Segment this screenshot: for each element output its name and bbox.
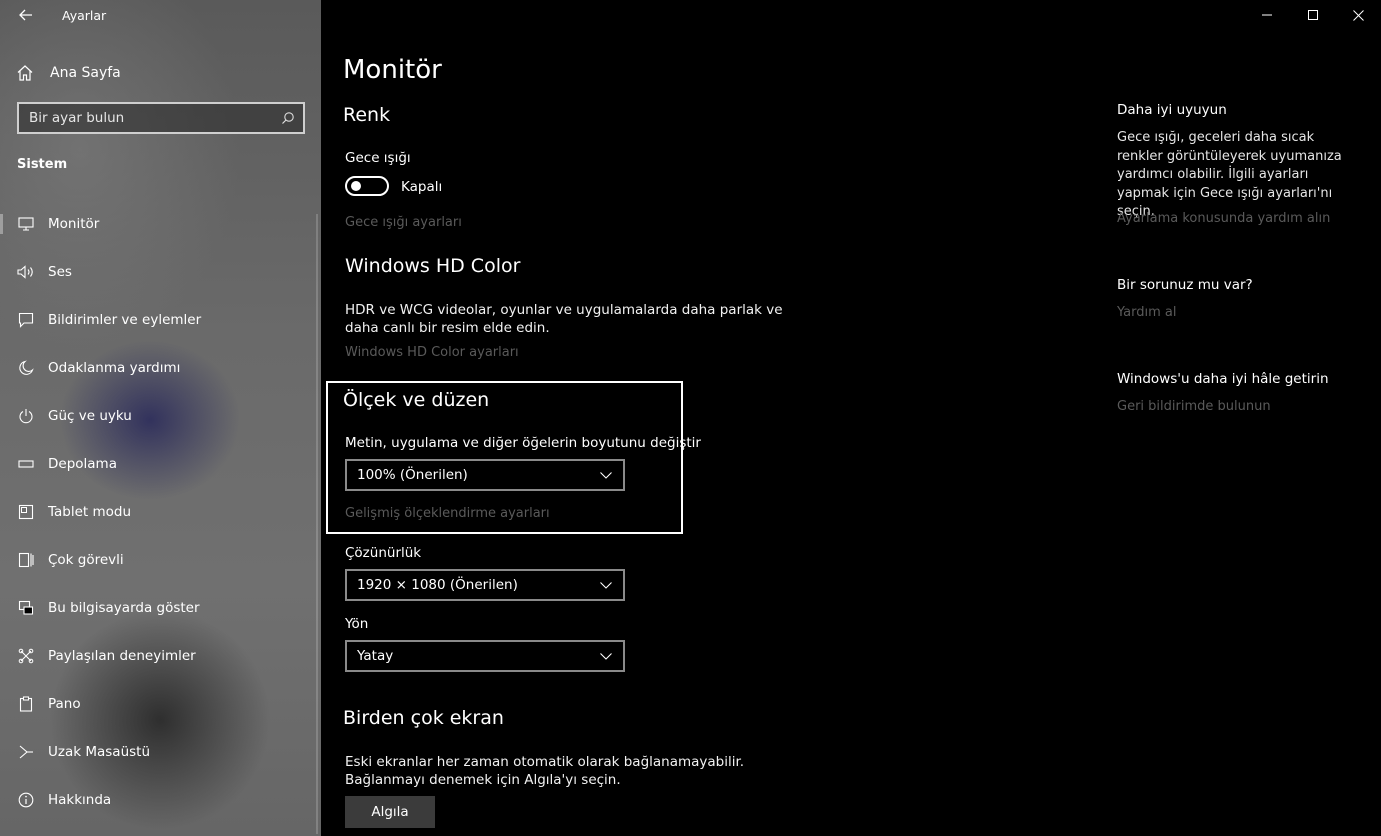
adjust-help-link[interactable]: Ayarlama konusunda yardım alın (1117, 211, 1330, 226)
back-arrow-icon (19, 9, 32, 21)
shared-icon (18, 648, 34, 664)
hdr-description: HDR ve WCG videolar, oyunlar ve uygulama… (345, 302, 783, 336)
main-content: Monitör Renk Gece ışığı Kapalı Gece ışığ… (321, 0, 1381, 836)
home-icon (17, 65, 33, 81)
hdr-settings-link[interactable]: Windows HD Color ayarları (345, 345, 519, 360)
sidebar-item-label: Ses (48, 264, 72, 280)
sidebar-item-sound[interactable]: Ses (0, 248, 321, 296)
back-button[interactable] (12, 4, 40, 26)
sidebar-item-shared-experiences[interactable]: Paylaşılan deneyimler (0, 632, 321, 680)
sidebar-item-label: Depolama (48, 456, 117, 472)
scale-value: 100% (Önerilen) (357, 467, 468, 483)
power-icon (19, 409, 33, 424)
question-heading: Bir sorunuz mu var? (1117, 277, 1253, 293)
sidebar-item-tablet-mode[interactable]: Tablet modu (0, 488, 321, 536)
multi-display-description: Eski ekranlar her zaman otomatik olarak … (345, 754, 745, 788)
sidebar-item-label: Bildirimler ve eylemler (48, 312, 202, 328)
sidebar-item-notifications[interactable]: Bildirimler ve eylemler (0, 296, 321, 344)
sidebar-scrollbar[interactable] (316, 214, 318, 834)
get-help-link[interactable]: Yardım al (1117, 305, 1176, 320)
sidebar-item-clipboard[interactable]: Pano (0, 680, 321, 728)
chevron-down-icon (600, 652, 612, 660)
app-title: Ayarlar (62, 8, 107, 23)
sidebar-item-label: Güç ve uyku (48, 408, 132, 424)
night-light-label: Gece ışığı (345, 150, 411, 166)
info-icon (18, 792, 34, 808)
project-icon (18, 600, 34, 615)
sidebar-item-monitor[interactable]: Monitör (0, 200, 321, 248)
sidebar-item-multitasking[interactable]: Çok görevli (0, 536, 321, 584)
resolution-dropdown[interactable]: 1920 × 1080 (Önerilen) (345, 569, 625, 601)
feedback-link[interactable]: Geri bildirimde bulunun (1117, 399, 1271, 414)
multi-display-heading: Birden çok ekran (343, 707, 504, 729)
notification-icon (18, 312, 34, 328)
night-light-state: Kapalı (401, 179, 443, 195)
search-icon[interactable] (281, 111, 295, 125)
sleep-heading: Daha iyi uyuyun (1117, 102, 1227, 118)
toggle-knob (351, 181, 361, 191)
multitask-icon (18, 552, 34, 568)
home-label: Ana Sayfa (50, 65, 121, 81)
sidebar-item-label: Monitör (48, 216, 100, 232)
sidebar-item-label: Bu bilgisayarda göster (48, 600, 200, 616)
color-heading: Renk (343, 104, 391, 126)
sidebar-item-label: Odaklanma yardımı (48, 360, 181, 376)
sidebar-item-label: Çok görevli (48, 552, 124, 568)
sidebar-nav: Monitör Ses Bildirimler ve eylemler Odak… (0, 200, 321, 824)
hdr-heading: Windows HD Color (345, 255, 521, 277)
page-title: Monitör (343, 55, 442, 85)
sidebar: Ayarlar Ana Sayfa Sistem Monitör Ses Bil… (0, 0, 321, 836)
sidebar-item-about[interactable]: Hakkında (0, 776, 321, 824)
moon-icon (19, 360, 34, 375)
sidebar-item-project[interactable]: Bu bilgisayarda göster (0, 584, 321, 632)
search-input[interactable] (29, 110, 281, 126)
night-light-settings-link[interactable]: Gece ışığı ayarları (345, 215, 462, 230)
improve-heading: Windows'u daha iyi hâle getirin (1117, 371, 1329, 387)
orientation-dropdown[interactable]: Yatay (345, 640, 625, 672)
resolution-label: Çözünürlük (345, 545, 422, 561)
remote-desktop-icon (19, 745, 33, 759)
scale-dropdown[interactable]: 100% (Önerilen) (345, 459, 625, 491)
orientation-value: Yatay (357, 648, 394, 664)
clipboard-icon (19, 696, 33, 712)
sidebar-item-label: Hakkında (48, 792, 112, 808)
sidebar-item-label: Pano (48, 696, 81, 712)
monitor-icon (18, 217, 34, 231)
chevron-down-icon (600, 581, 612, 589)
search-box[interactable] (17, 102, 305, 134)
advanced-scaling-link[interactable]: Gelişmiş ölçeklendirme ayarları (345, 506, 550, 521)
storage-icon (18, 460, 34, 468)
resolution-value: 1920 × 1080 (Önerilen) (357, 577, 518, 593)
sidebar-item-focus-assist[interactable]: Odaklanma yardımı (0, 344, 321, 392)
orientation-label: Yön (345, 616, 369, 632)
detect-button[interactable]: Algıla (345, 796, 435, 828)
chevron-down-icon (600, 471, 612, 479)
sidebar-item-label: Paylaşılan deneyimler (48, 648, 196, 664)
home-link[interactable]: Ana Sayfa (16, 62, 121, 84)
night-light-toggle[interactable] (345, 176, 389, 196)
sidebar-item-remote-desktop[interactable]: Uzak Masaüstü (0, 728, 321, 776)
section-label: Sistem (17, 157, 68, 172)
sleep-text: Gece ışığı, geceleri daha sıcak renkler … (1117, 130, 1342, 219)
sidebar-item-label: Uzak Masaüstü (48, 744, 151, 760)
sidebar-item-power-sleep[interactable]: Güç ve uyku (0, 392, 321, 440)
sidebar-item-storage[interactable]: Depolama (0, 440, 321, 488)
speaker-icon (17, 265, 33, 279)
scale-heading: Ölçek ve düzen (343, 389, 490, 411)
sidebar-item-label: Tablet modu (48, 504, 132, 520)
scale-size-label: Metin, uygulama ve diğer öğelerin boyutu… (345, 435, 701, 451)
tablet-icon (18, 504, 34, 520)
